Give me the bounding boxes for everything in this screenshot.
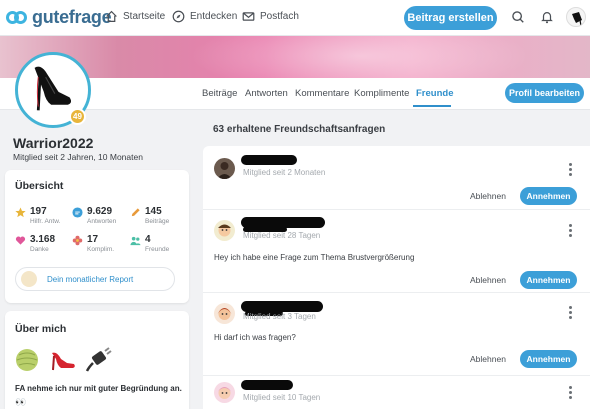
star-icon bbox=[15, 207, 26, 218]
redacted-username bbox=[241, 155, 297, 165]
stat-label: Komplim. bbox=[87, 246, 115, 253]
friend-request-item: Mitglied seit 28 Tagen Hey ich habe eine… bbox=[203, 210, 590, 293]
friend-requests-heading: 63 erhaltene Freundschaftsanfragen bbox=[213, 124, 386, 135]
melon-icon bbox=[16, 349, 38, 371]
home-icon bbox=[106, 10, 117, 22]
nav-home[interactable]: Startseite bbox=[105, 10, 165, 23]
profile-username: Warrior2022 bbox=[13, 135, 94, 151]
decline-button[interactable]: Ablehnen bbox=[470, 354, 506, 364]
stat-helpful-answers[interactable]: 197 Hilfr. Antw. bbox=[15, 206, 60, 226]
requester-member-since: Mitglied seit 3 Tagen bbox=[243, 312, 316, 321]
friends-icon bbox=[130, 236, 141, 246]
nav-mailbox[interactable]: Postfach bbox=[242, 10, 299, 23]
stat-value: 9.629 bbox=[87, 206, 113, 217]
tab-posts[interactable]: Beiträge bbox=[202, 88, 237, 99]
stat-value: 145 bbox=[145, 206, 162, 217]
requester-member-since: Mitglied seit 10 Tagen bbox=[243, 393, 321, 402]
stat-compliments[interactable]: 17 Komplim. bbox=[72, 234, 114, 254]
requester-avatar[interactable] bbox=[214, 303, 235, 324]
about-card: Über mich FA nehme ich nur mit guter Beg… bbox=[5, 311, 189, 409]
friend-request-item: Mitglied seit 2 Monaten Ablehnen Annehme… bbox=[203, 146, 590, 210]
plug-icon bbox=[85, 347, 112, 372]
accept-button[interactable]: Annehmen bbox=[520, 187, 577, 205]
tab-friends[interactable]: Freunde bbox=[416, 88, 453, 99]
stat-answers[interactable]: 9.629 Antworten bbox=[72, 206, 116, 226]
requester-member-since: Mitglied seit 28 Tagen bbox=[243, 231, 321, 240]
friend-request-item: Mitglied seit 10 Tagen bbox=[203, 376, 590, 409]
nav-home-label: Startseite bbox=[123, 11, 166, 22]
stat-value: 4 bbox=[145, 234, 151, 245]
brand-name: gutefrage bbox=[32, 7, 112, 27]
accept-button[interactable]: Annehmen bbox=[520, 271, 577, 289]
friend-request-item: Mitglied seit 3 Tagen Hi darf ich was fr… bbox=[203, 293, 590, 376]
user-avatar[interactable] bbox=[566, 7, 586, 27]
requester-member-since: Mitglied seit 2 Monaten bbox=[243, 168, 326, 177]
more-options-icon[interactable] bbox=[569, 163, 573, 178]
about-text: FA nehme ich nur mit guter Begründung an… bbox=[15, 384, 182, 393]
gutefrage-logo[interactable]: gutefrage bbox=[6, 7, 112, 28]
edit-profile-button[interactable]: Profil bearbeiten bbox=[505, 83, 584, 103]
more-options-icon[interactable] bbox=[569, 224, 573, 239]
requester-avatar[interactable] bbox=[214, 382, 235, 403]
tab-answers[interactable]: Antworten bbox=[245, 88, 288, 99]
stat-label: Antworten bbox=[87, 218, 117, 225]
decline-button[interactable]: Ablehnen bbox=[470, 191, 506, 201]
nav-discover-label: Entdecken bbox=[190, 11, 238, 22]
profile-banner bbox=[0, 36, 590, 78]
more-options-icon[interactable] bbox=[569, 386, 573, 401]
request-message: Hi darf ich was fragen? bbox=[214, 333, 296, 342]
report-icon bbox=[21, 271, 37, 287]
high-heel-icon bbox=[52, 352, 75, 371]
requester-avatar[interactable] bbox=[214, 220, 235, 241]
mail-icon bbox=[242, 12, 255, 21]
logo-icon bbox=[6, 8, 28, 28]
more-options-icon[interactable] bbox=[569, 306, 573, 321]
bell-icon[interactable] bbox=[540, 10, 554, 24]
stat-label: Freunde bbox=[145, 246, 170, 253]
stat-value: 17 bbox=[87, 234, 99, 245]
stat-value: 3.168 bbox=[30, 234, 56, 245]
level-badge: 49 bbox=[69, 108, 86, 125]
compass-icon bbox=[172, 10, 185, 23]
overview-title: Übersicht bbox=[15, 180, 64, 192]
speech-bubble-icon bbox=[72, 207, 83, 218]
friend-requests-list: Mitglied seit 2 Monaten Ablehnen Annehme… bbox=[203, 146, 590, 409]
pencil-icon bbox=[131, 208, 140, 217]
stat-label: Beiträge bbox=[145, 218, 170, 225]
monthly-report-label: Dein monatlicher Report bbox=[47, 274, 134, 284]
search-icon[interactable] bbox=[511, 10, 525, 24]
stat-thanks[interactable]: 3.168 Danke bbox=[15, 234, 55, 254]
redacted-username bbox=[241, 380, 293, 390]
accept-button[interactable]: Annehmen bbox=[520, 350, 577, 368]
eyes-emoji: 👀 bbox=[15, 397, 27, 407]
stat-label: Danke bbox=[30, 246, 49, 253]
create-post-button[interactable]: Beitrag erstellen bbox=[404, 6, 497, 30]
stat-label: Hilfr. Antw. bbox=[30, 218, 61, 225]
high-heel-icon bbox=[572, 12, 582, 26]
nav-mailbox-label: Postfach bbox=[260, 11, 299, 22]
heart-icon bbox=[15, 236, 26, 245]
overview-card: Übersicht 197 Hilfr. Antw. 9.629 Antworten… bbox=[5, 170, 189, 303]
profile-member-since: Mitglied seit 2 Jahren, 10 Monaten bbox=[13, 152, 143, 162]
decline-button[interactable]: Ablehnen bbox=[470, 275, 506, 285]
active-tab-indicator bbox=[413, 105, 451, 107]
monthly-report-button[interactable]: Dein monatlicher Report bbox=[15, 267, 175, 291]
stat-value: 197 bbox=[30, 206, 47, 217]
stat-friends[interactable]: 4 Freunde bbox=[130, 234, 169, 254]
request-message: Hey ich habe eine Frage zum Thema Brustv… bbox=[214, 253, 415, 262]
nav-discover[interactable]: Entdecken bbox=[172, 10, 237, 23]
tab-compliments[interactable]: Komplimente bbox=[354, 88, 409, 99]
about-title: Über mich bbox=[15, 323, 67, 335]
requester-avatar[interactable] bbox=[214, 158, 235, 179]
tab-comments[interactable]: Kommentare bbox=[295, 88, 349, 99]
top-navigation: gutefrage Startseite Entdecken Postfach … bbox=[0, 0, 590, 36]
stat-posts[interactable]: 145 Beiträge bbox=[130, 206, 169, 226]
flower-icon bbox=[72, 235, 83, 246]
